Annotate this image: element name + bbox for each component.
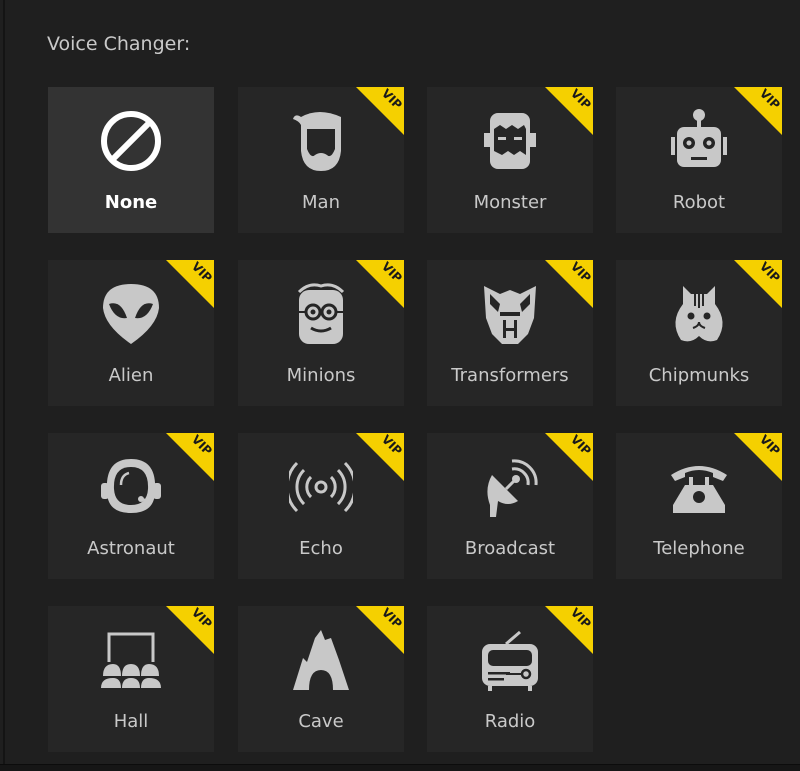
echo-icon [289,461,353,513]
voice-option-broadcast[interactable]: Broadcast VIP [427,433,593,579]
voice-option-radio[interactable]: Radio VIP [427,606,593,752]
voice-option-chipmunks[interactable]: Chipmunks VIP [616,260,782,406]
vip-badge: VIP [734,87,782,135]
voice-option-robot[interactable]: Robot VIP [616,87,782,233]
vip-badge: VIP [166,260,214,308]
vip-badge: VIP [545,433,593,481]
voice-option-label: Minions [286,365,356,386]
vip-badge: VIP [356,606,404,654]
none-icon [101,111,161,171]
vip-badge: VIP [734,260,782,308]
vip-badge: VIP [166,433,214,481]
voice-option-echo[interactable]: Echo VIP [238,433,404,579]
vip-badge: VIP [545,606,593,654]
voice-option-alien[interactable]: Alien VIP [48,260,214,406]
voice-option-transformers[interactable]: Transformers VIP [427,260,593,406]
voice-option-label: Cave [298,711,344,732]
transformers-icon [484,286,536,344]
broadcast-icon [487,459,538,517]
vip-badge: VIP [166,606,214,654]
voice-option-hall[interactable]: Hall VIP [48,606,214,752]
voice-option-label: Chipmunks [648,365,750,386]
vip-badge: VIP [356,433,404,481]
voice-option-telephone[interactable]: Telephone VIP [616,433,782,579]
vip-badge: VIP [356,260,404,308]
voice-option-astronaut[interactable]: Astronaut VIP [48,433,214,579]
voice-option-label: Transformers [451,365,569,386]
voice-option-label: Alien [108,365,154,386]
voice-option-label: Monster [473,192,547,213]
hall-icon [101,632,161,688]
man-icon [293,112,341,171]
vip-badge: VIP [734,433,782,481]
voice-option-man[interactable]: Man VIP [238,87,404,233]
voice-changer-title: Voice Changer: [47,33,191,55]
minion-icon [293,283,349,344]
voice-option-label: Broadcast [464,538,556,559]
voice-option-label: Telephone [653,538,745,559]
astronaut-icon [101,459,161,513]
robot-icon [671,109,727,167]
voice-option-monster[interactable]: Monster VIP [427,87,593,233]
alien-icon [103,284,159,344]
voice-option-none[interactable]: None [48,87,214,233]
panel-left-border [3,0,5,770]
vip-badge: VIP [545,260,593,308]
voice-option-label: Echo [299,538,343,559]
radio-icon [482,630,538,691]
monster-icon [484,113,536,169]
voice-option-label: Man [302,192,340,213]
voice-option-cave[interactable]: Cave VIP [238,606,404,752]
voice-option-label: Astronaut [87,538,175,559]
telephone-icon [671,466,727,513]
chipmunk-icon [675,286,723,342]
cave-icon [293,630,349,690]
voice-option-minions[interactable]: Minions VIP [238,260,404,406]
voice-option-label: Hall [113,711,149,732]
voice-option-label: None [104,192,158,213]
vip-badge: VIP [545,87,593,135]
voice-option-label: Robot [672,192,726,213]
voice-option-label: Radio [484,711,536,732]
vip-badge: VIP [356,87,404,135]
